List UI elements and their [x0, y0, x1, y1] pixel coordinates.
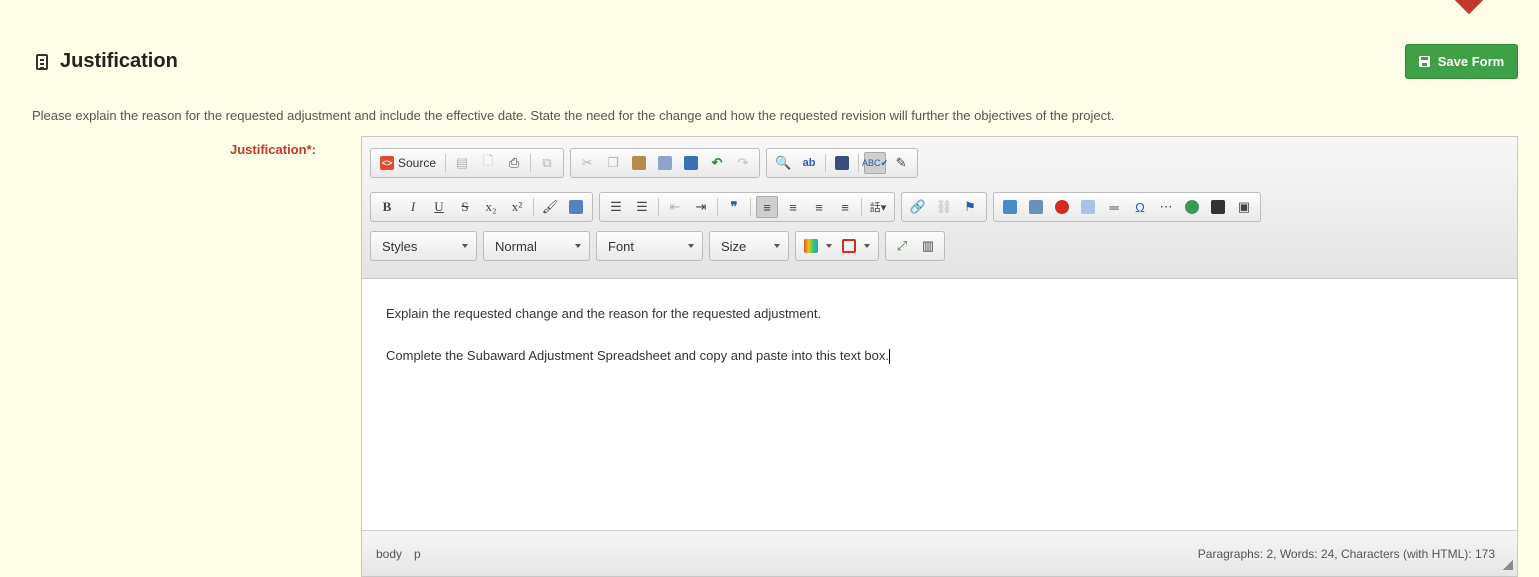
styles-dropdown[interactable]: Styles	[370, 231, 477, 261]
blockquote-icon[interactable]: ❞	[723, 196, 745, 218]
editor-content-area[interactable]: Explain the requested change and the rea…	[362, 279, 1517, 532]
indent-icon[interactable]: ⇥	[690, 196, 712, 218]
chevron-down-icon	[462, 244, 468, 248]
section-header: Justification	[36, 50, 178, 73]
floppy-disk-icon	[1418, 56, 1430, 67]
remove-format-icon[interactable]	[565, 196, 587, 218]
superscript-icon[interactable]: x²	[506, 196, 528, 218]
rich-text-editor: <> Source ▤ 🗋 ⎙ ⧉ ✂ ❐ ↶ ↷ 🔍 ab ABC✔ ✎ B …	[361, 136, 1518, 577]
save-form-button[interactable]: Save Form	[1405, 44, 1518, 79]
document-icon	[36, 53, 48, 70]
insert-image-icon[interactable]: ▣	[1233, 196, 1255, 218]
toolbar-group-clipboard: ✂ ❐ ↶ ↷	[570, 148, 761, 178]
outdent-icon[interactable]: ⇤	[664, 196, 686, 218]
styles-value: Styles	[382, 238, 418, 254]
chevron-down-icon	[688, 244, 694, 248]
element-path: body p	[376, 547, 421, 561]
toolbar-group-basicstyles: B I U S x₂ x² 🖌	[370, 192, 593, 222]
toolbar-group-tools: ⤢ ▥	[885, 231, 945, 261]
save-icon[interactable]: ▤	[451, 152, 473, 174]
section-title: Justification	[60, 50, 178, 72]
replace-icon[interactable]: ab	[798, 152, 820, 174]
link-icon[interactable]: 🔗	[907, 196, 929, 218]
save-form-label: Save Form	[1437, 54, 1505, 69]
copy-icon[interactable]: ❐	[602, 152, 624, 174]
text-cursor	[888, 349, 890, 365]
numbered-list-icon[interactable]: ☰	[605, 196, 627, 218]
maximize-icon[interactable]: ⤢	[891, 235, 913, 257]
toolbar-group-links: 🔗 ⛓ ⚑	[901, 192, 987, 222]
italic-icon[interactable]: I	[402, 196, 424, 218]
source-label: Source	[398, 156, 437, 170]
resize-handle[interactable]	[1503, 560, 1513, 570]
image-icon[interactable]	[999, 196, 1021, 218]
text-color-icon[interactable]	[801, 235, 835, 257]
flash-icon[interactable]	[1051, 196, 1073, 218]
iframe-icon[interactable]	[1181, 196, 1203, 218]
editor-toolbar: <> Source ▤ 🗋 ⎙ ⧉ ✂ ❐ ↶ ↷ 🔍 ab ABC✔ ✎ B …	[362, 137, 1517, 279]
path-item-body[interactable]: body	[376, 547, 402, 561]
page-break-icon[interactable]: ⋯	[1155, 196, 1177, 218]
chevron-down-icon	[774, 244, 780, 248]
source-button[interactable]: <> Source	[376, 152, 440, 174]
table-icon[interactable]	[1077, 196, 1099, 218]
source-icon: <>	[380, 156, 394, 170]
align-right-icon[interactable]: ≡	[808, 196, 830, 218]
bulleted-list-icon[interactable]: ☰	[631, 196, 653, 218]
table-color-icon[interactable]	[839, 235, 873, 257]
paste-icon[interactable]	[628, 152, 650, 174]
table-insert-icon[interactable]	[1025, 196, 1047, 218]
editor-paragraph: Explain the requested change and the rea…	[386, 306, 822, 321]
bold-icon[interactable]: B	[376, 196, 398, 218]
size-value: Size	[721, 238, 747, 254]
special-char-icon[interactable]: Ω	[1129, 196, 1151, 218]
editor-status-bar: body p Paragraphs: 2, Words: 24, Charact…	[362, 530, 1517, 576]
instructions-text: Please explain the reason for the reques…	[32, 108, 1115, 123]
format-value: Normal	[495, 238, 537, 254]
copy-formatting-icon[interactable]: 🖌	[539, 196, 561, 218]
align-justify-icon[interactable]: ≡	[834, 196, 856, 218]
unlink-icon[interactable]: ⛓	[933, 196, 955, 218]
toolbar-group-insert: ═ Ω ⋯ ▣	[993, 192, 1261, 222]
anchor-icon[interactable]: ⚑	[959, 196, 981, 218]
toolbar-group-paragraph: ☰ ☰ ⇤ ⇥ ❞ ≡ ≡ ≡ ≡ 話▾	[599, 192, 895, 222]
align-left-icon[interactable]: ≡	[756, 196, 778, 218]
corner-marker	[1447, 0, 1491, 15]
chevron-down-icon	[575, 244, 581, 248]
show-blocks-icon[interactable]: ▥	[917, 235, 939, 257]
toolbar-group-document: <> Source ▤ 🗋 ⎙ ⧉	[370, 148, 565, 178]
find-icon[interactable]: 🔍	[772, 152, 794, 174]
print-icon[interactable]: ⎙	[503, 152, 525, 174]
size-dropdown[interactable]: Size	[709, 231, 789, 261]
subscript-icon[interactable]: x₂	[480, 196, 502, 218]
toolbar-group-editing: 🔍 ab ABC✔ ✎	[766, 148, 919, 178]
align-center-icon[interactable]: ≡	[782, 196, 804, 218]
editor-paragraph: Complete the Subaward Adjustment Spreads…	[386, 348, 890, 365]
path-item-p[interactable]: p	[414, 547, 421, 561]
format-dropdown[interactable]: Normal	[483, 231, 590, 261]
cut-icon[interactable]: ✂	[576, 152, 598, 174]
word-count: Paragraphs: 2, Words: 24, Characters (wi…	[1197, 546, 1495, 561]
language-icon[interactable]: 話▾	[867, 196, 889, 218]
youtube-icon[interactable]	[1207, 196, 1229, 218]
underline-icon[interactable]: U	[428, 196, 450, 218]
redo-icon[interactable]: ↷	[732, 152, 754, 174]
horizontal-rule-icon[interactable]: ═	[1103, 196, 1125, 218]
font-value: Font	[608, 238, 635, 254]
paste-text-icon[interactable]	[654, 152, 676, 174]
paste-word-icon[interactable]	[680, 152, 702, 174]
justification-label: Justification*:	[230, 142, 316, 157]
undo-icon[interactable]: ↶	[706, 152, 728, 174]
templates-icon[interactable]: ⧉	[536, 152, 558, 174]
preview-icon[interactable]: 🗋	[477, 152, 499, 174]
toolbar-group-colors	[795, 231, 879, 261]
font-dropdown[interactable]: Font	[596, 231, 703, 261]
format-icon[interactable]: ✎	[890, 152, 912, 174]
strikethrough-icon[interactable]: S	[454, 196, 476, 218]
spellcheck-icon[interactable]: ABC✔	[862, 152, 888, 174]
select-all-icon[interactable]	[831, 152, 853, 174]
